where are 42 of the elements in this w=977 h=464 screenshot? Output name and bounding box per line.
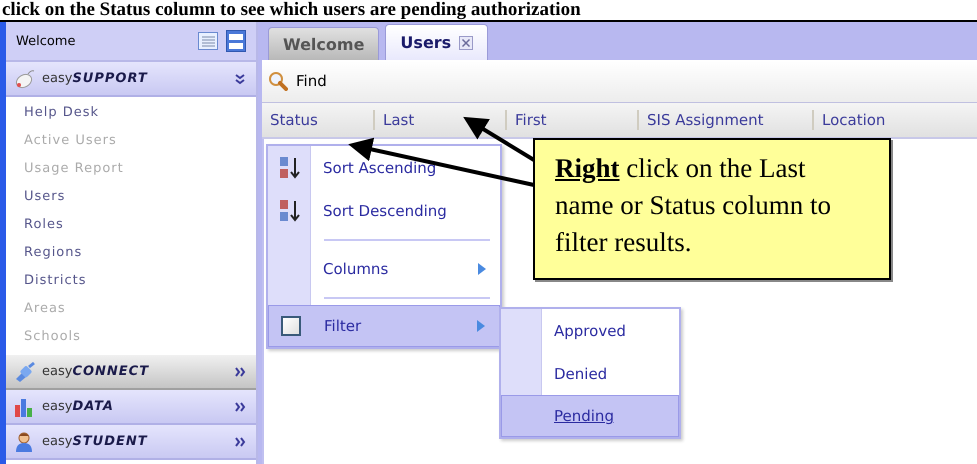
submenu-arrow-icon [478, 262, 486, 274]
sidebar-item[interactable]: Districts [6, 267, 256, 295]
menu-item[interactable]: Sort Ascending [268, 146, 500, 189]
menu-item[interactable]: Sort Descending [268, 189, 500, 232]
menu-item[interactable]: Filter [268, 305, 500, 347]
column-header[interactable]: Location [814, 110, 886, 130]
section-header[interactable]: easyCONNECT [6, 355, 256, 390]
sort-descending-icon [278, 198, 300, 222]
section-header[interactable]: easySUPPORT [6, 62, 256, 97]
section-title: easySUPPORT [42, 71, 149, 86]
section-header[interactable]: easySTUDENT [6, 425, 256, 460]
column-header[interactable]: Last [375, 110, 507, 130]
menu-item[interactable]: Columns [268, 247, 500, 290]
caption-text: click on the Status column to see which users are pending authorization [1, 0, 582, 20]
split-view-icon [226, 30, 246, 52]
submenu-arrow-icon [477, 320, 485, 332]
callout-note: Right click on the Last name or Status column to filter results. [533, 138, 891, 280]
section-title: easyCONNECT [42, 364, 150, 379]
sidebar-item[interactable]: Help Desk [6, 99, 256, 127]
list-view-icon [198, 32, 218, 50]
search-icon [268, 71, 288, 91]
menu-item[interactable]: Pending [501, 395, 679, 437]
section-title: easySTUDENT [42, 434, 149, 449]
column-header[interactable]: First [507, 110, 639, 130]
menu-item[interactable]: Approved [501, 309, 679, 352]
sidebar-title: Welcome [16, 34, 76, 48]
tab[interactable]: Welcome [268, 27, 380, 60]
sort-ascending-icon [278, 156, 300, 180]
plug-icon [14, 360, 36, 382]
close-icon[interactable] [459, 36, 474, 50]
column-header[interactable]: Status [262, 110, 375, 130]
section-header[interactable]: easyDATA [6, 390, 256, 425]
column-header[interactable]: SIS Assignment [639, 110, 814, 130]
mouse-icon [14, 68, 36, 90]
sidebar-item[interactable]: Regions [6, 239, 256, 267]
section-title: easyDATA [42, 399, 115, 414]
sidebar-item[interactable]: Roles [6, 211, 256, 239]
sidebar-item[interactable]: Users [6, 183, 256, 211]
tab[interactable]: Users [385, 24, 488, 60]
find-button[interactable]: Find [268, 71, 327, 91]
checkbox[interactable] [280, 316, 300, 336]
menu-item[interactable]: Denied [501, 352, 679, 395]
